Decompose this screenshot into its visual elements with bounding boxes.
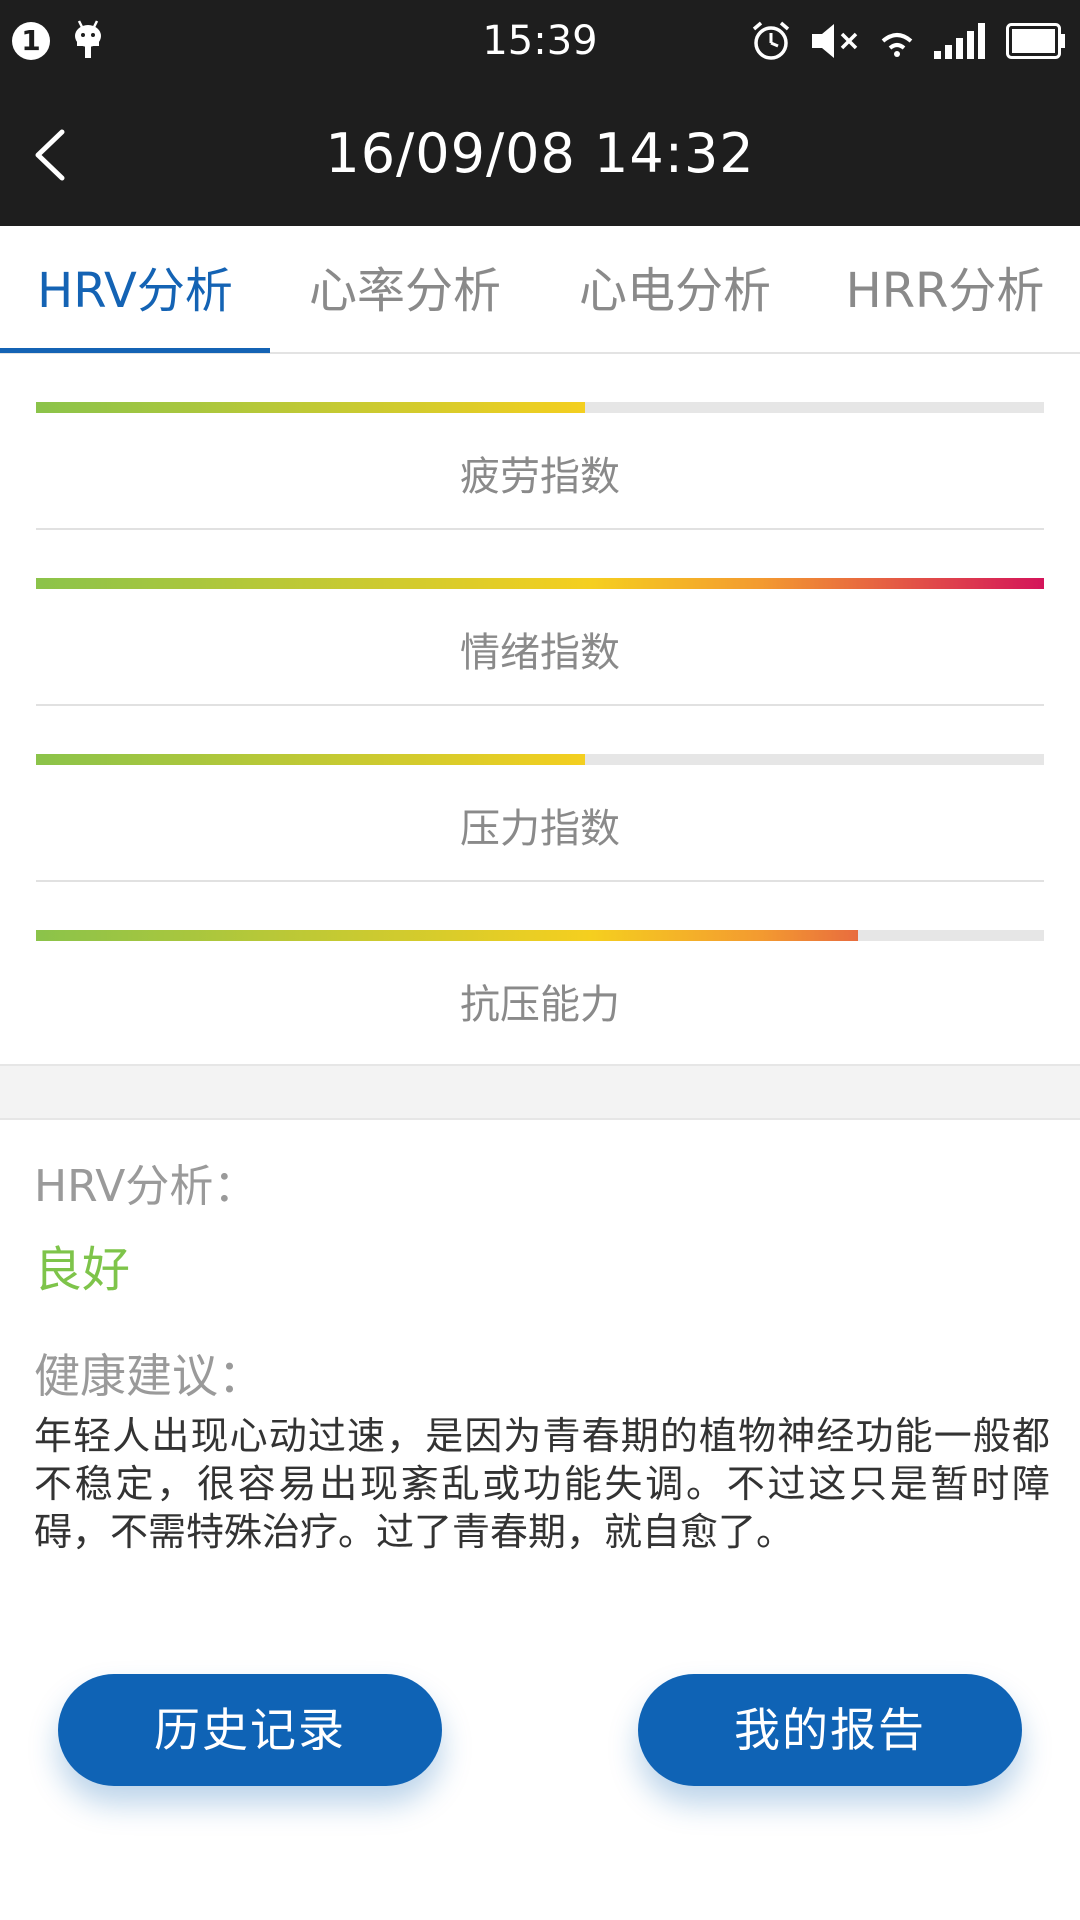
mute-icon: [812, 24, 858, 58]
wifi-icon: [881, 33, 913, 57]
index-fill: [36, 754, 586, 765]
index-fill: [36, 402, 586, 413]
alarm-icon: [752, 21, 790, 60]
my-report-button[interactable]: 我的报告: [638, 1674, 1022, 1786]
stress-index-row: 压力指数: [36, 754, 1044, 930]
index-fill: [36, 930, 858, 941]
status-icons: [750, 16, 1066, 66]
health-advice-text: 年轻人出现心动过速，是因为青春期的植物神经功能一般都不稳定，很容易出现紊乱或功能…: [34, 1414, 1050, 1554]
health-advice-label: 健康建议：: [34, 1349, 264, 1403]
analysis-tabs: HRV分析 心率分析 心电分析 HRR分析: [0, 226, 1080, 354]
index-track: [36, 930, 1044, 941]
index-fill: [36, 578, 1044, 589]
app-header: 16/09/08 14:32: [0, 80, 1080, 226]
fatigue-index-row: 疲劳指数: [36, 402, 1044, 578]
battery-icon: [1006, 23, 1065, 59]
divider: [36, 880, 1044, 882]
tab-heart-rate[interactable]: 心率分析: [270, 226, 540, 352]
history-button[interactable]: 历史记录: [58, 1674, 442, 1786]
active-tab-indicator: [0, 348, 270, 353]
stress-resistance-label: 抗压能力: [460, 982, 620, 1028]
index-track: [36, 402, 1044, 413]
index-track: [36, 754, 1044, 765]
index-track: [36, 578, 1044, 589]
status-bar: 1 15:39: [0, 0, 1080, 80]
hrv-result: 良好: [34, 1242, 131, 1298]
fatigue-index-label: 疲劳指数: [460, 454, 620, 500]
section-separator: [0, 1064, 1080, 1120]
mood-index-label: 情绪指数: [460, 630, 620, 676]
stress-index-label: 压力指数: [460, 806, 620, 852]
mood-index-row: 情绪指数: [36, 578, 1044, 754]
tab-ecg[interactable]: 心电分析: [540, 226, 810, 352]
page-title: 16/09/08 14:32: [325, 122, 755, 185]
tab-hrv[interactable]: HRV分析: [0, 226, 270, 352]
signal-icon: [934, 23, 985, 59]
hrv-analysis-label: HRV分析：: [34, 1161, 258, 1212]
tab-hrr[interactable]: HRR分析: [810, 226, 1080, 352]
divider: [36, 704, 1044, 706]
divider: [36, 528, 1044, 530]
